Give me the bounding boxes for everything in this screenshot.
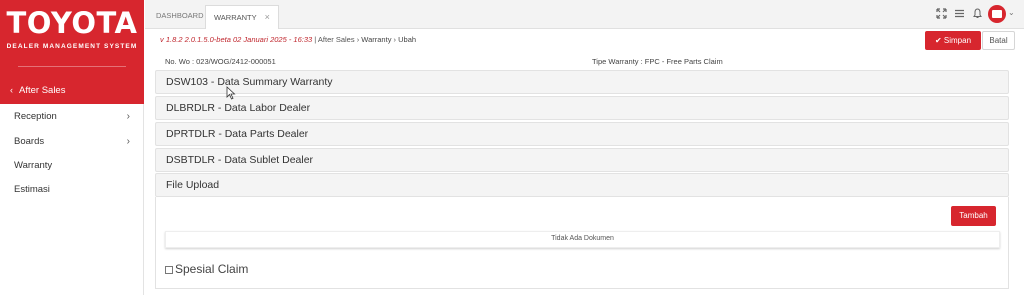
breadcrumb-separator: | xyxy=(314,35,317,44)
sidebar-item-estimasi[interactable]: Estimasi xyxy=(0,178,144,202)
breadcrumb-warranty[interactable]: Warranty xyxy=(361,35,391,44)
bell-icon[interactable] xyxy=(971,8,983,20)
breadcrumb-chevron-icon: › xyxy=(356,35,360,44)
special-claim-checkbox[interactable]: Spesial Claim xyxy=(165,262,248,276)
breadcrumb-current: Ubah xyxy=(398,35,417,44)
work-order-number: No. Wo : 023/WOG/2412-000051 xyxy=(165,57,276,66)
sidebar-back-after-sales[interactable]: ‹ After Sales xyxy=(0,76,144,104)
chevron-down-icon[interactable]: ⌄ xyxy=(1008,8,1015,17)
sidebar-active-label: After Sales xyxy=(19,85,66,96)
tab-label: DASHBOARD xyxy=(156,11,204,20)
panel-title: DLBRDLR - Data Labor Dealer xyxy=(166,102,311,114)
panel-title: File Upload xyxy=(166,179,220,191)
brand-subtitle: DEALER MANAGEMENT SYSTEM xyxy=(6,43,138,50)
mouse-cursor-icon xyxy=(226,86,236,100)
tab-label: WARRANTY xyxy=(214,13,257,22)
special-claim-label: Spesial Claim xyxy=(175,262,249,276)
sidebar: TOYOTA DEALER MANAGEMENT SYSTEM ‹ After S… xyxy=(0,0,144,295)
sidebar-item-reception[interactable]: Reception › xyxy=(0,105,144,129)
breadcrumb-after-sales[interactable]: After Sales xyxy=(318,35,355,44)
tab-warranty[interactable]: WARRANTY × xyxy=(205,5,279,29)
sidebar-item-label: Estimasi xyxy=(14,184,50,195)
fullscreen-icon[interactable] xyxy=(935,8,947,20)
sidebar-item-boards[interactable]: Boards › xyxy=(0,130,144,154)
toyota-logo: TOYOTA xyxy=(6,6,138,40)
top-bar: DASHBOARD WARRANTY × xyxy=(145,0,1024,29)
tab-dashboard[interactable]: DASHBOARD xyxy=(148,5,212,29)
add-document-button[interactable]: Tambah xyxy=(951,206,996,226)
add-button-label: Tambah xyxy=(959,211,988,220)
brand-header: TOYOTA DEALER MANAGEMENT SYSTEM xyxy=(0,0,144,76)
chevron-right-icon: › xyxy=(126,111,130,122)
brand-divider xyxy=(18,66,126,67)
panel-dsbtdlr[interactable]: DSBTDLR - Data Sublet Dealer xyxy=(155,148,1009,172)
chevron-left-icon: ‹ xyxy=(10,85,13,95)
warranty-type: Tipe Warranty : FPC - Free Parts Claim xyxy=(592,57,723,66)
avatar-image xyxy=(992,10,1002,18)
panel-dlbrdlr[interactable]: DLBRDLR - Data Labor Dealer xyxy=(155,96,1009,120)
sidebar-item-label: Boards xyxy=(14,136,45,147)
sidebar-item-warranty[interactable]: Warranty xyxy=(0,154,144,178)
panel-title: DSW103 - Data Summary Warranty xyxy=(166,76,333,88)
cancel-button-label: Batal xyxy=(989,36,1008,45)
cancel-button[interactable]: Batal xyxy=(982,31,1015,50)
sidebar-item-label: Reception xyxy=(14,111,57,122)
document-list: Tidak Ada Dokumen xyxy=(165,231,1000,248)
save-button[interactable]: ✔ Simpan xyxy=(925,31,981,50)
checkbox-icon[interactable] xyxy=(165,265,173,274)
panel-title: DSBTDLR - Data Sublet Dealer xyxy=(166,154,314,166)
panel-dprtdlr[interactable]: DPRTDLR - Data Parts Dealer xyxy=(155,122,1009,146)
save-button-label: Simpan xyxy=(943,36,972,45)
panel-file-upload[interactable]: File Upload xyxy=(155,173,1009,197)
empty-documents-text: Tidak Ada Dokumen xyxy=(551,235,614,242)
user-avatar[interactable] xyxy=(988,5,1006,23)
panel-title: DPRTDLR - Data Parts Dealer xyxy=(166,128,309,140)
version-info: v 1.8.2 2.0.1.5.0-beta 02 Januari 2025 -… xyxy=(160,35,313,44)
menu-icon[interactable] xyxy=(953,8,965,20)
sidebar-item-label: Warranty xyxy=(14,160,53,171)
breadcrumb: v 1.8.2 2.0.1.5.0-beta 02 Januari 2025 -… xyxy=(160,35,416,44)
close-icon[interactable]: × xyxy=(265,12,270,22)
panel-dsw103[interactable]: DSW103 - Data Summary Warranty xyxy=(155,70,1009,94)
check-icon: ✔ xyxy=(934,36,942,45)
breadcrumb-chevron-icon: › xyxy=(393,35,397,44)
chevron-right-icon: › xyxy=(126,136,130,147)
